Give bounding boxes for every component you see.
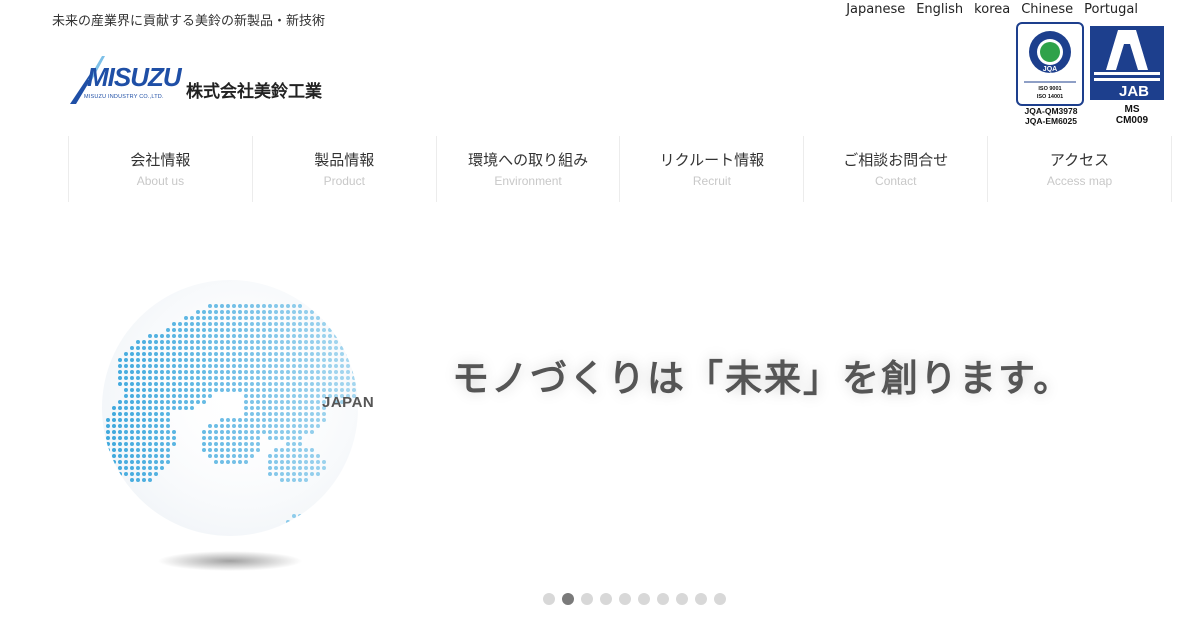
company-logo[interactable]: MISUZU MISUZU INDUSTRY CO.,LTD. 株式会社美鈴工業 — [68, 50, 322, 106]
nav-label-jp: 会社情報 — [130, 151, 191, 169]
logo-wordmark: MISUZU — [87, 62, 182, 92]
company-name: 株式会社美鈴工業 — [186, 82, 322, 102]
slider-dot[interactable] — [695, 593, 707, 605]
lang-korea[interactable]: korea — [974, 2, 1010, 17]
jqa-label: JQA — [1043, 66, 1057, 73]
nav-label-en: Contact — [875, 174, 917, 188]
nav-label-jp: 環境への取り組み — [468, 151, 589, 169]
jqa-number-2: JQA-EM6025 — [1025, 116, 1077, 126]
nav-label-jp: アクセス — [1049, 151, 1110, 169]
jqa-certification: JQA ISO 9001 ISO 14001 JQA-QM3978 JQA-EM… — [1016, 22, 1086, 126]
lang-japanese[interactable]: Japanese — [846, 2, 905, 17]
jqa-number-1: JQA-QM3978 — [1024, 106, 1078, 116]
lang-english[interactable]: English — [916, 2, 963, 17]
slider-dots — [543, 593, 726, 605]
slider-dot[interactable] — [581, 593, 593, 605]
lang-chinese[interactable]: Chinese — [1021, 2, 1073, 17]
nav-label-en: About us — [136, 174, 185, 188]
jqa-code-1: ISO 9001 — [1038, 86, 1061, 92]
nav-item-contact[interactable]: ご相談お問合せ Contact — [803, 136, 987, 202]
jab-certification: JAB MS CM009 — [1090, 22, 1164, 126]
slider-dot[interactable] — [562, 593, 574, 605]
nav-label-en: Product — [323, 174, 365, 188]
nav-item-product[interactable]: 製品情報 Product — [251, 136, 436, 202]
language-bar: Japanese English korea Chinese Portugal — [846, 2, 1138, 17]
nav-label-jp: ご相談お問合せ — [843, 151, 949, 169]
nav-label-en: Recruit — [692, 174, 731, 188]
slider-dot[interactable] — [600, 593, 612, 605]
nav-item-environment[interactable]: 環境への取り組み Environment — [435, 136, 620, 202]
globe-image — [102, 280, 358, 571]
jab-label: JAB — [1119, 83, 1149, 100]
nav-label-jp: リクルート情報 — [659, 151, 765, 169]
slider-dot[interactable] — [619, 593, 631, 605]
hero-headline: モノづくりは「未来」を創ります。 — [452, 357, 1073, 400]
jab-number-2: CM009 — [1115, 115, 1149, 126]
slider-dot[interactable] — [714, 593, 726, 605]
slider-dot[interactable] — [543, 593, 555, 605]
nav-label-en: Access map — [1046, 174, 1113, 188]
nav-item-about[interactable]: 会社情報 About us — [68, 136, 252, 202]
jab-number-1: MS — [1124, 104, 1140, 115]
nav-item-recruit[interactable]: リクルート情報 Recruit — [619, 136, 803, 202]
nav-item-access[interactable]: アクセス Access map — [987, 136, 1172, 202]
tagline: 未来の産業界に貢献する美鈴の新製品・新技術 — [52, 14, 326, 29]
misuzu-logo-mark: MISUZU MISUZU INDUSTRY CO.,LTD. — [68, 50, 182, 106]
jqa-badge: JQA ISO 9001 ISO 14001 — [1016, 22, 1084, 106]
jqa-code-2: ISO 14001 — [1037, 94, 1063, 100]
hero-slide: JAPAN モノづくりは「未来」を創ります。 — [0, 230, 1200, 590]
nav-label-jp: 製品情報 — [314, 151, 375, 169]
slider-dot[interactable] — [638, 593, 650, 605]
jab-badge: JAB — [1090, 26, 1164, 100]
region-label: JAPAN — [322, 394, 375, 411]
main-nav: 会社情報 About us 製品情報 Product 環境への取り組み Envi… — [68, 136, 1172, 202]
lang-portugal[interactable]: Portugal — [1084, 2, 1138, 17]
nav-label-en: Environment — [494, 174, 562, 188]
logo-subtitle: MISUZU INDUSTRY CO.,LTD. — [84, 94, 164, 100]
slider-dot[interactable] — [657, 593, 669, 605]
slider-dot[interactable] — [676, 593, 688, 605]
